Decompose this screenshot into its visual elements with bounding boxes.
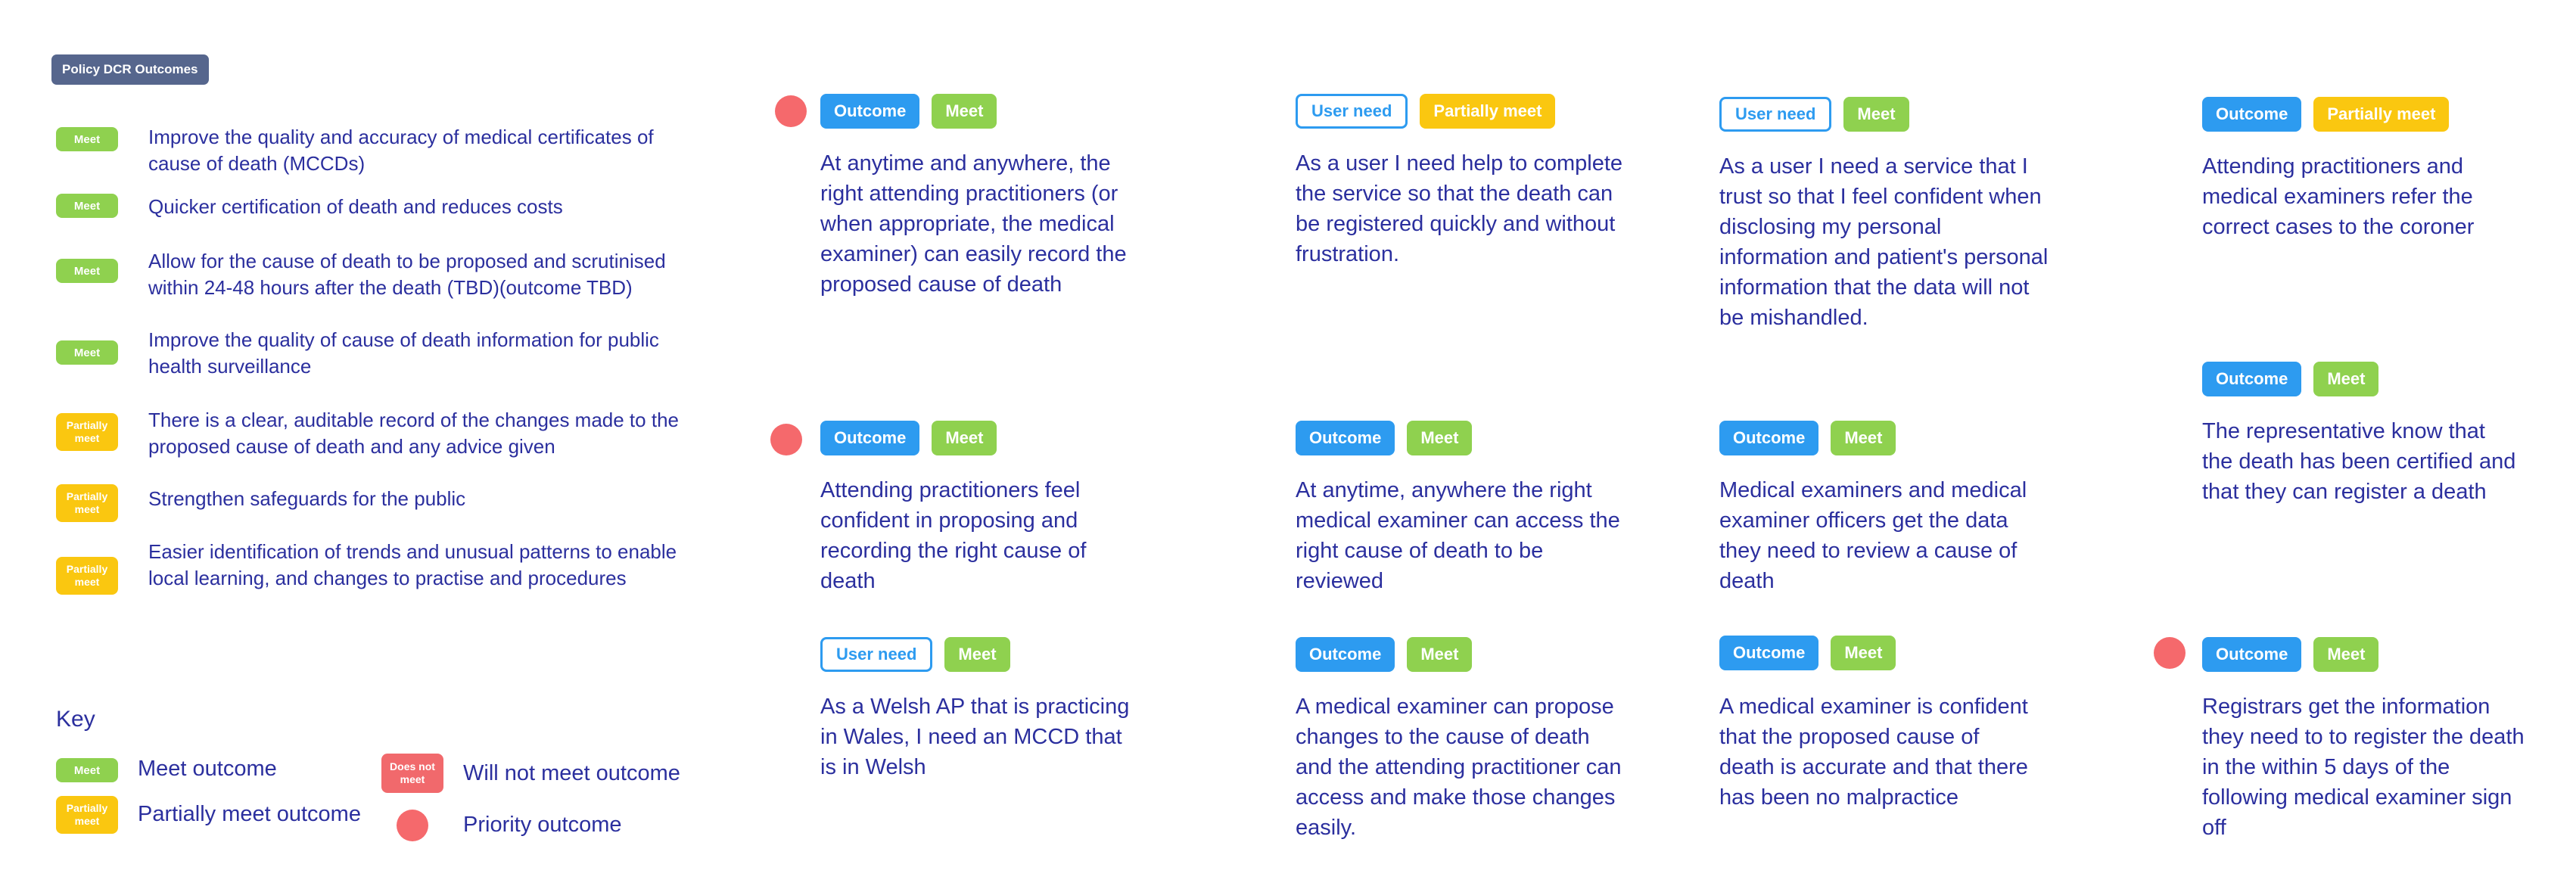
partially-meet-badge: Partially meet [56, 557, 118, 595]
outcome-badge: Outcome [820, 94, 920, 129]
outcome-badge: Outcome [1296, 637, 1395, 672]
policy-outcome-text: Improve the quality and accuracy of medi… [148, 126, 654, 175]
outcome-badge: Outcome [2202, 637, 2302, 672]
priority-dot-icon [770, 424, 802, 455]
meet-badge: Meet [1407, 637, 1473, 672]
meet-badge: Meet [1843, 97, 1909, 132]
card-badges: Outcome Meet [1719, 421, 1896, 455]
card-badges: Outcome Meet [820, 94, 997, 129]
outcome-badge: Outcome [1296, 421, 1395, 455]
meet-badge: Meet [56, 194, 118, 218]
card-badges: Outcome Meet [1296, 637, 1473, 672]
user-need-card-text: As a user I need help to complete the se… [1296, 151, 1623, 266]
meet-badge: Meet [56, 127, 118, 151]
user-need-card-text: As a user I need a service that I trust … [1719, 154, 2049, 330]
policy-outcome-text: Improve the quality of cause of death in… [148, 328, 659, 378]
user-need-badge: User need [820, 637, 933, 672]
outcome-card-text: A medical examiner is confident that the… [1719, 695, 2028, 810]
key-priority-label: Priority outcome [463, 813, 622, 837]
policy-dcr-outcomes-title: Policy DCR Outcomes [51, 54, 209, 85]
outcome-card-text: Attending practitioners and medical exam… [2202, 154, 2475, 239]
outcome-card-text: Medical examiners and medical examiner o… [1719, 478, 2027, 593]
partially-meet-badge: Partially meet [1420, 94, 1556, 129]
key-will-not-meet-label: Will not meet outcome [463, 761, 680, 785]
meet-badge: Meet [1831, 421, 1896, 455]
priority-dot-icon [775, 95, 807, 127]
priority-dot-icon [2154, 637, 2186, 669]
partially-meet-badge: Partially meet [56, 413, 118, 451]
outcome-card-text: A medical examiner can propose changes t… [1296, 695, 1622, 840]
meet-badge: Meet [56, 259, 118, 283]
partially-meet-badge: Partially meet [2313, 97, 2450, 132]
meet-badge: Meet [1407, 421, 1473, 455]
card-badges: Outcome Partially meet [2202, 97, 2450, 132]
meet-badge: Meet [1831, 636, 1896, 670]
card-badges: Outcome Meet [820, 421, 997, 455]
outcome-card-text: At anytime, anywhere the right medical e… [1296, 478, 1620, 593]
policy-outcome-text: Allow for the cause of death to be propo… [148, 250, 666, 299]
policy-outcome-text: Strengthen safeguards for the public [148, 487, 466, 510]
key-does-not-meet-badge: Does not meet [381, 754, 443, 793]
card-badges: User need Partially meet [1296, 94, 1556, 129]
card-badges: User need Meet [820, 637, 1010, 672]
user-need-badge: User need [1719, 97, 1832, 132]
card-badges: Outcome Meet [1296, 421, 1473, 455]
outcome-badge: Outcome [1719, 636, 1819, 670]
outcome-badge: Outcome [2202, 362, 2302, 396]
meet-badge: Meet [932, 94, 997, 129]
meet-badge: Meet [2313, 637, 2379, 672]
card-badges: User need Meet [1719, 97, 1909, 132]
outcome-card-text: The representative know that the death h… [2202, 419, 2516, 504]
priority-dot-icon [397, 810, 428, 841]
policy-outcome-text: There is a clear, auditable record of th… [148, 409, 679, 458]
policy-outcome-text: Easier identification of trends and unus… [148, 540, 677, 589]
key-meet-badge: Meet [56, 758, 118, 782]
meet-badge: Meet [932, 421, 997, 455]
key-partially-meet-badge: Partially meet [56, 796, 118, 834]
key-meet-label: Meet outcome [138, 757, 277, 781]
key-title: Key [56, 707, 95, 732]
meet-badge: Meet [2313, 362, 2379, 396]
outcome-card-text: Attending practitioners feel confident i… [820, 478, 1087, 593]
outcome-card-text: At anytime and anywhere, the right atten… [820, 151, 1127, 297]
meet-badge: Meet [944, 637, 1010, 672]
outcome-badge: Outcome [1719, 421, 1819, 455]
meet-badge: Meet [56, 340, 118, 365]
user-need-card-text: As a Welsh AP that is practicing in Wale… [820, 695, 1130, 779]
outcome-card-text: Registrars get the information they need… [2202, 695, 2525, 840]
policy-outcome-text: Quicker certification of death and reduc… [148, 195, 563, 218]
card-badges: Outcome Meet [2202, 637, 2379, 672]
card-badges: Outcome Meet [2202, 362, 2379, 396]
partially-meet-badge: Partially meet [56, 484, 118, 522]
outcome-badge: Outcome [820, 421, 920, 455]
user-need-badge: User need [1296, 94, 1408, 129]
key-partially-meet-label: Partially meet outcome [138, 802, 361, 826]
outcome-badge: Outcome [2202, 97, 2302, 132]
card-badges: Outcome Meet [1719, 636, 1896, 670]
